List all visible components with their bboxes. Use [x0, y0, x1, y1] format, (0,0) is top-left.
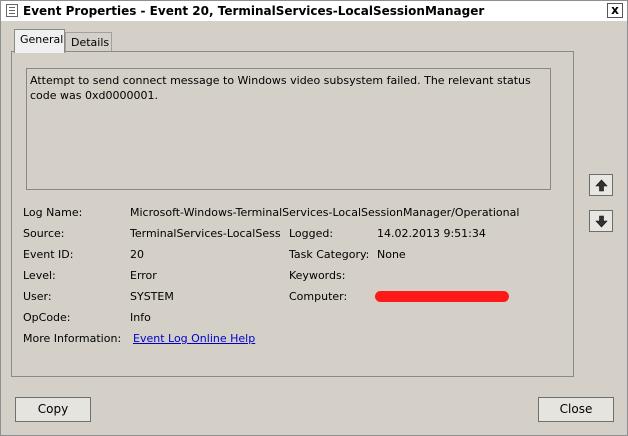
computer-value-redaction	[375, 291, 509, 302]
event-log-online-help-link[interactable]: Event Log Online Help	[133, 332, 255, 345]
opcode-label: OpCode:	[23, 311, 71, 324]
copy-button[interactable]: Copy	[15, 397, 91, 422]
source-value[interactable]: TerminalServices-LocalSessionManager	[130, 227, 280, 240]
event-id-value[interactable]: 20	[130, 248, 144, 261]
task-category-label: Task Category:	[289, 248, 370, 261]
window-title: Event Properties - Event 20, TerminalSer…	[23, 4, 485, 18]
arrow-down-icon	[595, 215, 608, 228]
log-name-value[interactable]: Microsoft-Windows-TerminalServices-Local…	[130, 206, 519, 219]
event-description[interactable]: Attempt to send connect message to Windo…	[26, 68, 551, 190]
computer-label: Computer:	[289, 290, 348, 303]
logged-value[interactable]: 14.02.2013 9:51:34	[377, 227, 486, 240]
title-bar[interactable]: Event Properties - Event 20, TerminalSer…	[1, 1, 627, 22]
task-category-value[interactable]: None	[377, 248, 406, 261]
log-name-label: Log Name:	[23, 206, 83, 219]
user-label: User:	[23, 290, 52, 303]
event-properties-window: Event Properties - Event 20, TerminalSer…	[0, 0, 628, 436]
keywords-label: Keywords:	[289, 269, 346, 282]
close-button[interactable]: Close	[538, 397, 614, 422]
arrow-up-icon	[595, 179, 608, 192]
more-information-label: More Information:	[23, 332, 122, 345]
user-value[interactable]: SYSTEM	[130, 290, 174, 303]
previous-event-button[interactable]	[589, 174, 613, 196]
source-label: Source:	[23, 227, 65, 240]
tab-general[interactable]: General	[14, 29, 65, 53]
logged-label: Logged:	[289, 227, 334, 240]
opcode-value[interactable]: Info	[130, 311, 151, 324]
event-viewer-icon	[6, 4, 18, 17]
event-id-label: Event ID:	[23, 248, 74, 261]
close-window-button[interactable]: x	[607, 3, 623, 18]
next-event-button[interactable]	[589, 210, 613, 232]
level-label: Level:	[23, 269, 56, 282]
tab-details[interactable]: Details	[65, 32, 112, 52]
level-value[interactable]: Error	[130, 269, 157, 282]
